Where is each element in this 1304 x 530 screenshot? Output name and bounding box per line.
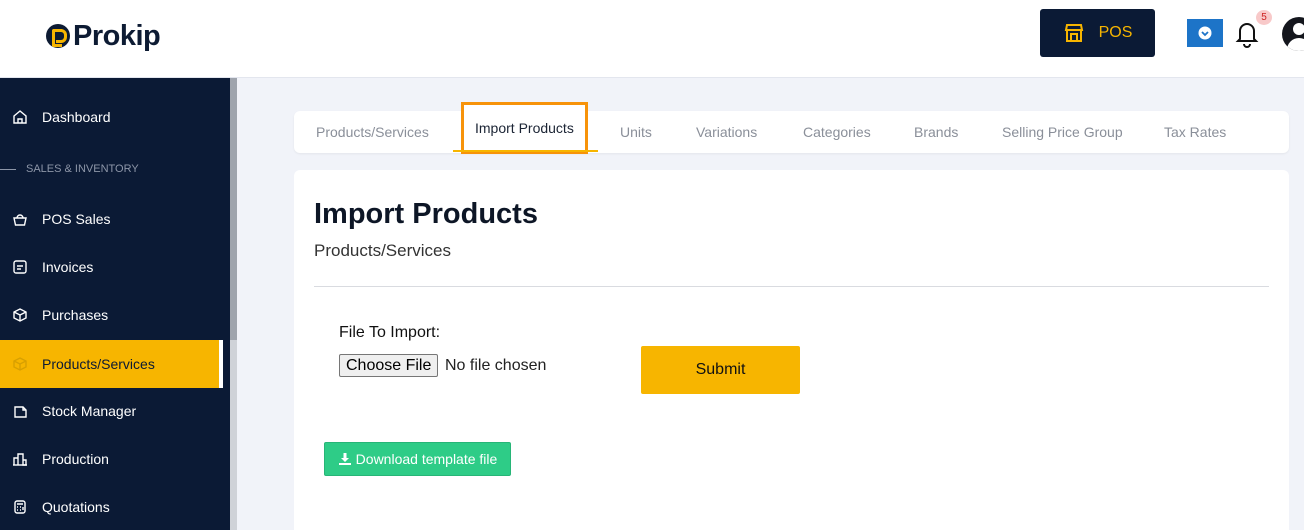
no-file-chosen-text: No file chosen — [445, 357, 547, 374]
tab-tax-rates[interactable]: Tax Rates — [1164, 111, 1226, 153]
tab-categories[interactable]: Categories — [803, 111, 871, 153]
sidebar-item-products-services[interactable]: Products/Services — [0, 340, 223, 388]
file-to-import-label: File To Import: — [339, 324, 441, 341]
tab-brands[interactable]: Brands — [914, 111, 958, 153]
top-header: Prokip POS 5 — [0, 0, 1304, 78]
page-title: Import Products — [314, 198, 538, 230]
sidebar-item-invoices[interactable]: Invoices — [0, 243, 220, 291]
download-template-button[interactable]: Download template file — [324, 442, 511, 476]
stock-icon — [12, 403, 28, 419]
pos-button-label: POS — [1098, 24, 1133, 41]
factory-icon — [12, 451, 28, 467]
sidebar-item-label: Quotations — [42, 499, 110, 515]
sidebar-item-label: Dashboard — [42, 109, 111, 125]
page-subtitle: Products/Services — [314, 241, 451, 260]
package-icon — [12, 307, 28, 323]
home-icon — [12, 109, 28, 125]
tab-units[interactable]: Units — [620, 111, 652, 153]
sidebar-item-dashboard[interactable]: Dashboard — [0, 93, 220, 141]
download-icon — [338, 453, 351, 465]
sidebar-item-label: Stock Manager — [42, 403, 137, 419]
calculator-icon — [12, 499, 28, 515]
sidebar-item-label: Products/Services — [42, 356, 155, 372]
bell-icon — [1235, 23, 1259, 48]
sidebar-item-quotations[interactable]: Quotations — [0, 483, 220, 530]
prokip-logo[interactable]: Prokip — [46, 18, 161, 54]
sidebar-section-label: SALES & INVENTORY — [0, 161, 139, 177]
tab-selling-price-group[interactable]: Selling Price Group — [1002, 111, 1123, 153]
prokip-logo-icon — [46, 24, 70, 48]
invoice-icon — [12, 259, 28, 275]
notifications-button[interactable] — [1234, 20, 1260, 48]
sidebar-scrollbar-thumb[interactable] — [230, 78, 237, 340]
box-icon — [12, 356, 28, 372]
sidebar-item-label: Purchases — [42, 307, 109, 323]
sidebar-item-production[interactable]: Production — [0, 435, 220, 483]
tab-variations[interactable]: Variations — [696, 111, 757, 153]
logo-text: Prokip — [73, 19, 161, 52]
import-products-card: Import Products Products/Services File T… — [294, 170, 1289, 530]
sidebar-item-label: POS Sales — [42, 211, 111, 227]
tab-products-services[interactable]: Products/Services — [316, 111, 429, 153]
store-icon — [1064, 24, 1083, 42]
submit-button[interactable]: Submit — [641, 346, 800, 394]
sidebar-item-label: Production — [42, 451, 109, 467]
active-tab-underline — [453, 150, 598, 152]
user-avatar[interactable] — [1282, 17, 1304, 51]
sidebar-item-stock-manager[interactable]: Stock Manager — [0, 387, 220, 435]
basket-icon — [12, 211, 28, 227]
sidebar-item-label: Invoices — [42, 259, 94, 275]
notification-count-badge: 5 — [1256, 10, 1272, 25]
download-app-button[interactable] — [1187, 19, 1223, 47]
product-tabs-bar: Products/Services Import Products Units … — [294, 102, 1289, 154]
sidebar-item-purchases[interactable]: Purchases — [0, 291, 220, 339]
divider — [314, 286, 1269, 287]
tab-import-products[interactable]: Import Products — [461, 102, 588, 154]
download-template-label: Download template file — [355, 451, 498, 467]
sidebar-item-pos-sales[interactable]: POS Sales — [0, 195, 220, 243]
pos-button[interactable]: POS — [1040, 9, 1155, 57]
download-circle-icon — [1198, 26, 1212, 40]
choose-file-button[interactable]: Choose File — [339, 354, 439, 377]
